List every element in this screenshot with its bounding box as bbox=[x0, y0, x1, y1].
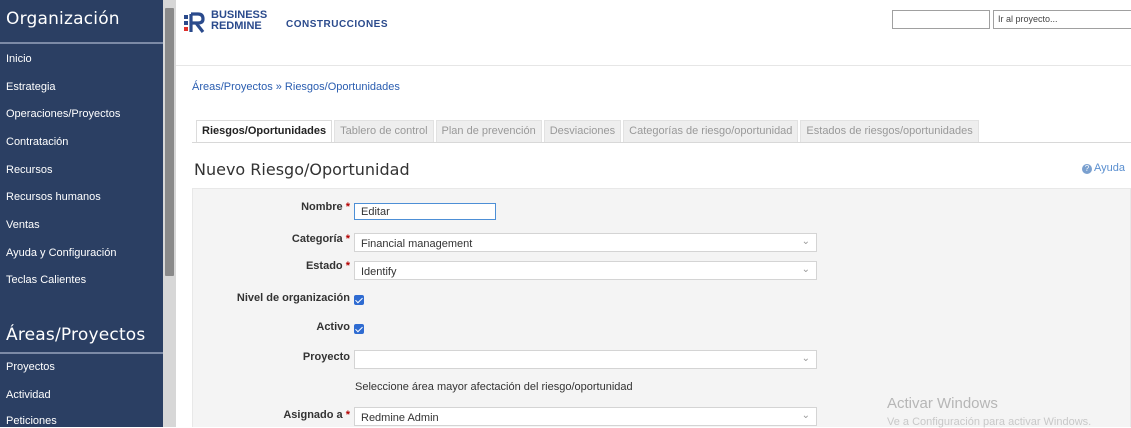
sidebar-item-ventas[interactable]: Ventas bbox=[6, 219, 40, 231]
sidebar-item-actividad[interactable]: Actividad bbox=[6, 389, 51, 401]
estado-value: Identify bbox=[361, 266, 397, 278]
required-mark: * bbox=[345, 409, 350, 421]
page-title: Nuevo Riesgo/Oportunidad bbox=[194, 160, 410, 179]
estado-select[interactable]: Identify ⌄ bbox=[354, 261, 817, 280]
proyecto-select[interactable]: ⌄ bbox=[354, 350, 817, 369]
chevron-down-icon: ⌄ bbox=[801, 264, 810, 275]
estado-label-text: Estado bbox=[305, 260, 343, 272]
tab-bar: Riesgos/Oportunidades Tablero de control… bbox=[196, 120, 979, 142]
help-link[interactable]: ? Ayuda bbox=[1082, 162, 1125, 174]
logo-wordmark[interactable]: BUSINESS REDMINE bbox=[211, 10, 267, 32]
tab-estados-riesgos[interactable]: Estados de riesgos/oportunidades bbox=[800, 120, 979, 142]
top-bar: BUSINESS REDMINE CONSTRUCCIONES Ir al pr… bbox=[176, 0, 1131, 66]
sidebar-item-peticiones[interactable]: Peticiones bbox=[6, 415, 57, 427]
asignado-label: Asignado a * bbox=[193, 409, 350, 421]
project-jump-select[interactable]: Ir al proyecto... bbox=[993, 10, 1131, 29]
tab-desviaciones[interactable]: Desviaciones bbox=[543, 120, 622, 142]
activo-label: Activo bbox=[316, 321, 350, 333]
sidebar-scrollbar[interactable] bbox=[163, 0, 176, 427]
categoria-label: Categoría * bbox=[193, 233, 350, 245]
required-mark: * bbox=[345, 233, 350, 245]
nombre-label: Nombre * bbox=[193, 201, 350, 213]
categoria-select[interactable]: Financial management ⌄ bbox=[354, 233, 817, 252]
sidebar-areas-title: Áreas/Proyectos bbox=[6, 325, 146, 345]
required-mark: * bbox=[345, 260, 350, 272]
chevron-down-icon: ⌄ bbox=[801, 353, 810, 364]
sidebar-item-contratacion[interactable]: Contratación bbox=[6, 136, 68, 148]
tab-riesgos-oportunidades[interactable]: Riesgos/Oportunidades bbox=[196, 120, 333, 142]
sidebar-org-title: Organización bbox=[6, 9, 120, 29]
help-label: Ayuda bbox=[1094, 162, 1125, 174]
business-redmine-logo-icon bbox=[184, 12, 205, 33]
logo-line-2: REDMINE bbox=[211, 20, 262, 32]
sidebar-item-operaciones[interactable]: Operaciones/Proyectos bbox=[6, 108, 120, 120]
nivel-organizacion-checkbox[interactable] bbox=[354, 295, 364, 305]
sidebar-divider bbox=[0, 42, 163, 44]
main-content: Áreas/Proyectos » Riesgos/Oportunidades … bbox=[176, 66, 1131, 427]
asignado-select[interactable]: Redmine Admin ⌄ bbox=[354, 407, 817, 426]
breadcrumb[interactable]: Áreas/Proyectos » Riesgos/Oportunidades bbox=[192, 81, 400, 93]
asignado-value: Redmine Admin bbox=[361, 412, 439, 424]
proyecto-label: Proyecto bbox=[302, 351, 350, 363]
sidebar-item-teclas-calientes[interactable]: Teclas Calientes bbox=[6, 274, 86, 286]
sidebar-item-recursos[interactable]: Recursos bbox=[6, 164, 52, 176]
activo-checkbox[interactable] bbox=[354, 324, 364, 334]
sidebar-divider bbox=[0, 352, 163, 354]
sidebar-item-ayuda-configuracion[interactable]: Ayuda y Configuración bbox=[6, 247, 116, 259]
tab-plan-de-prevencion[interactable]: Plan de prevención bbox=[435, 120, 542, 142]
sidebar-item-estrategia[interactable]: Estrategia bbox=[6, 81, 56, 93]
scrollbar-thumb[interactable] bbox=[165, 8, 174, 276]
app-name: CONSTRUCCIONES bbox=[286, 19, 389, 30]
new-risk-form: Nombre * Editar Categoría * Financial ma… bbox=[192, 188, 1131, 427]
nivel-organizacion-label: Nivel de organización bbox=[236, 292, 350, 304]
nombre-field[interactable]: Editar bbox=[354, 203, 496, 220]
tab-tablero-de-control[interactable]: Tablero de control bbox=[334, 120, 434, 142]
sidebar-item-inicio[interactable]: Inicio bbox=[6, 53, 32, 65]
search-input[interactable] bbox=[892, 10, 990, 29]
sidebar-item-recursos-humanos[interactable]: Recursos humanos bbox=[6, 191, 101, 203]
tabs-divider bbox=[192, 142, 1131, 143]
estado-label: Estado * bbox=[193, 260, 350, 272]
categoria-value: Financial management bbox=[361, 238, 473, 250]
sidebar: Organización Inicio Estrategia Operacion… bbox=[0, 0, 176, 427]
sidebar-item-proyectos[interactable]: Proyectos bbox=[6, 361, 55, 373]
tab-categorias-riesgo[interactable]: Categorías de riesgo/oportunidad bbox=[623, 120, 799, 142]
chevron-down-icon: ⌄ bbox=[801, 236, 810, 247]
help-icon: ? bbox=[1082, 164, 1092, 174]
nombre-label-text: Nombre bbox=[301, 201, 343, 213]
chevron-down-icon: ⌄ bbox=[801, 410, 810, 421]
windows-watermark-subtitle: Ve a Configuración para activar Windows. bbox=[887, 416, 1092, 428]
proyecto-hint: Seleccione área mayor afectación del rie… bbox=[355, 381, 633, 393]
asignado-label-text: Asignado a bbox=[283, 409, 343, 421]
required-mark: * bbox=[345, 201, 350, 213]
categoria-label-text: Categoría bbox=[291, 233, 343, 245]
windows-watermark-title: Activar Windows bbox=[887, 395, 998, 412]
